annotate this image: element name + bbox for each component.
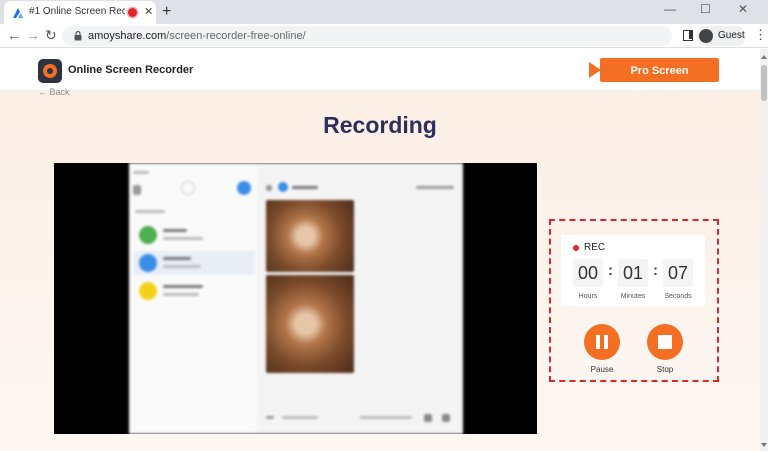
reload-icon[interactable]: ↻ xyxy=(45,27,57,43)
hours-unit-label: Hours xyxy=(578,293,598,300)
seconds-unit-label: Seconds xyxy=(664,293,692,300)
window-close-icon[interactable]: ✕ xyxy=(738,2,748,16)
preview-avatar xyxy=(139,282,157,300)
preview-image xyxy=(266,200,354,272)
preview-bar xyxy=(133,185,141,195)
address-bar[interactable]: amoyshare.com/screen-recorder-free-onlin… xyxy=(62,26,672,46)
pause-label: Pause xyxy=(590,365,614,374)
back-arrow-icon[interactable]: ← xyxy=(7,27,21,43)
preview-bar xyxy=(163,237,203,240)
browser-tab-strip: #1 Online Screen Recorder ✕ + — ☐ ✕ xyxy=(0,0,768,24)
tab-title: #1 Online Screen Recorder xyxy=(29,6,125,17)
preview-bar xyxy=(133,171,149,174)
preview-bar xyxy=(163,293,199,296)
favicon-icon xyxy=(13,8,23,18)
main-content: ← Back Recording REC 00: 01: 07 Hours … xyxy=(0,87,760,451)
minimize-icon[interactable]: — xyxy=(664,2,676,16)
preview-avatar xyxy=(181,181,195,195)
preview-avatar xyxy=(139,254,157,272)
stop-button[interactable] xyxy=(647,324,683,360)
url-path: /screen-recorder-free-online/ xyxy=(166,30,306,42)
recording-indicator-icon xyxy=(128,8,137,17)
preview-bar xyxy=(360,416,412,419)
preview-bar xyxy=(442,414,450,422)
preview-image xyxy=(266,275,354,373)
preview-avatar xyxy=(278,182,288,192)
pause-button[interactable] xyxy=(584,324,620,360)
browser-menu-icon[interactable]: ⋮ xyxy=(754,28,767,42)
new-tab-button[interactable]: + xyxy=(162,3,171,21)
rec-dot-icon xyxy=(573,245,579,251)
preview-bar xyxy=(266,416,274,419)
stop-icon xyxy=(658,335,672,349)
side-panel-icon[interactable] xyxy=(683,30,693,41)
profile-label: Guest xyxy=(718,30,745,41)
url-text: amoyshare.com/screen-recorder-free-onlin… xyxy=(88,30,306,42)
maximize-icon[interactable]: ☐ xyxy=(700,2,711,16)
stop-label: Stop xyxy=(656,365,674,374)
preview-bar xyxy=(163,285,203,288)
browser-toolbar: ← → ↻ amoyshare.com/screen-recorder-free… xyxy=(0,24,768,48)
lock-icon xyxy=(74,31,82,41)
site-header: Online Screen Recorder Pro Screen Record… xyxy=(0,49,760,101)
preview-avatar xyxy=(237,181,251,195)
preview-bar xyxy=(163,257,191,260)
forward-arrow-icon[interactable]: → xyxy=(26,27,40,43)
pro-screen-recorder-button[interactable]: Pro Screen Recorder xyxy=(600,58,719,101)
preview-chat-list xyxy=(129,163,259,434)
preview-bar xyxy=(424,414,432,422)
preview-chat-item xyxy=(133,251,255,275)
browser-tab[interactable]: #1 Online Screen Recorder ✕ xyxy=(4,1,156,24)
scroll-down-icon[interactable] xyxy=(761,443,767,447)
timer-minutes: 01 xyxy=(618,259,648,287)
preview-bar xyxy=(163,229,187,232)
minutes-unit-label: Minutes xyxy=(620,293,646,300)
preview-chat-item xyxy=(133,279,255,303)
preview-bar xyxy=(163,265,201,268)
site-title[interactable]: Online Screen Recorder xyxy=(68,64,193,76)
url-host: amoyshare.com xyxy=(88,30,167,42)
recorder-logo-icon[interactable] xyxy=(38,59,62,83)
pause-icon xyxy=(596,335,600,349)
captured-window-preview xyxy=(129,163,463,434)
preview-bar xyxy=(135,210,165,213)
preview-bar xyxy=(292,186,318,189)
preview-avatar xyxy=(139,226,157,244)
timer-seconds: 07 xyxy=(663,259,693,287)
scroll-up-icon[interactable] xyxy=(761,55,767,59)
back-link[interactable]: ← Back xyxy=(38,87,70,97)
preview-bar xyxy=(266,185,272,191)
rec-status-label: REC xyxy=(584,242,606,253)
timer-hours: 00 xyxy=(573,259,603,287)
preview-bar xyxy=(416,186,454,189)
tab-close-icon[interactable]: ✕ xyxy=(144,6,153,18)
timer-separator: : xyxy=(608,262,613,279)
page-title: Recording xyxy=(323,112,437,138)
preview-bar xyxy=(282,416,318,419)
preview-chat-item xyxy=(133,223,255,247)
preview-chat-pane xyxy=(260,163,463,434)
recording-control-panel: REC 00 : 01 : 07 Hours Minutes Seconds P… xyxy=(549,219,719,382)
scrollbar-thumb[interactable] xyxy=(761,65,767,101)
guest-avatar-icon xyxy=(699,29,713,43)
profile-button[interactable]: Guest xyxy=(696,26,746,46)
recording-preview xyxy=(54,163,537,434)
recording-timer: REC 00 : 01 : 07 Hours Minutes Seconds xyxy=(561,235,705,306)
timer-separator: : xyxy=(653,262,658,279)
page-scrollbar[interactable] xyxy=(760,49,768,451)
